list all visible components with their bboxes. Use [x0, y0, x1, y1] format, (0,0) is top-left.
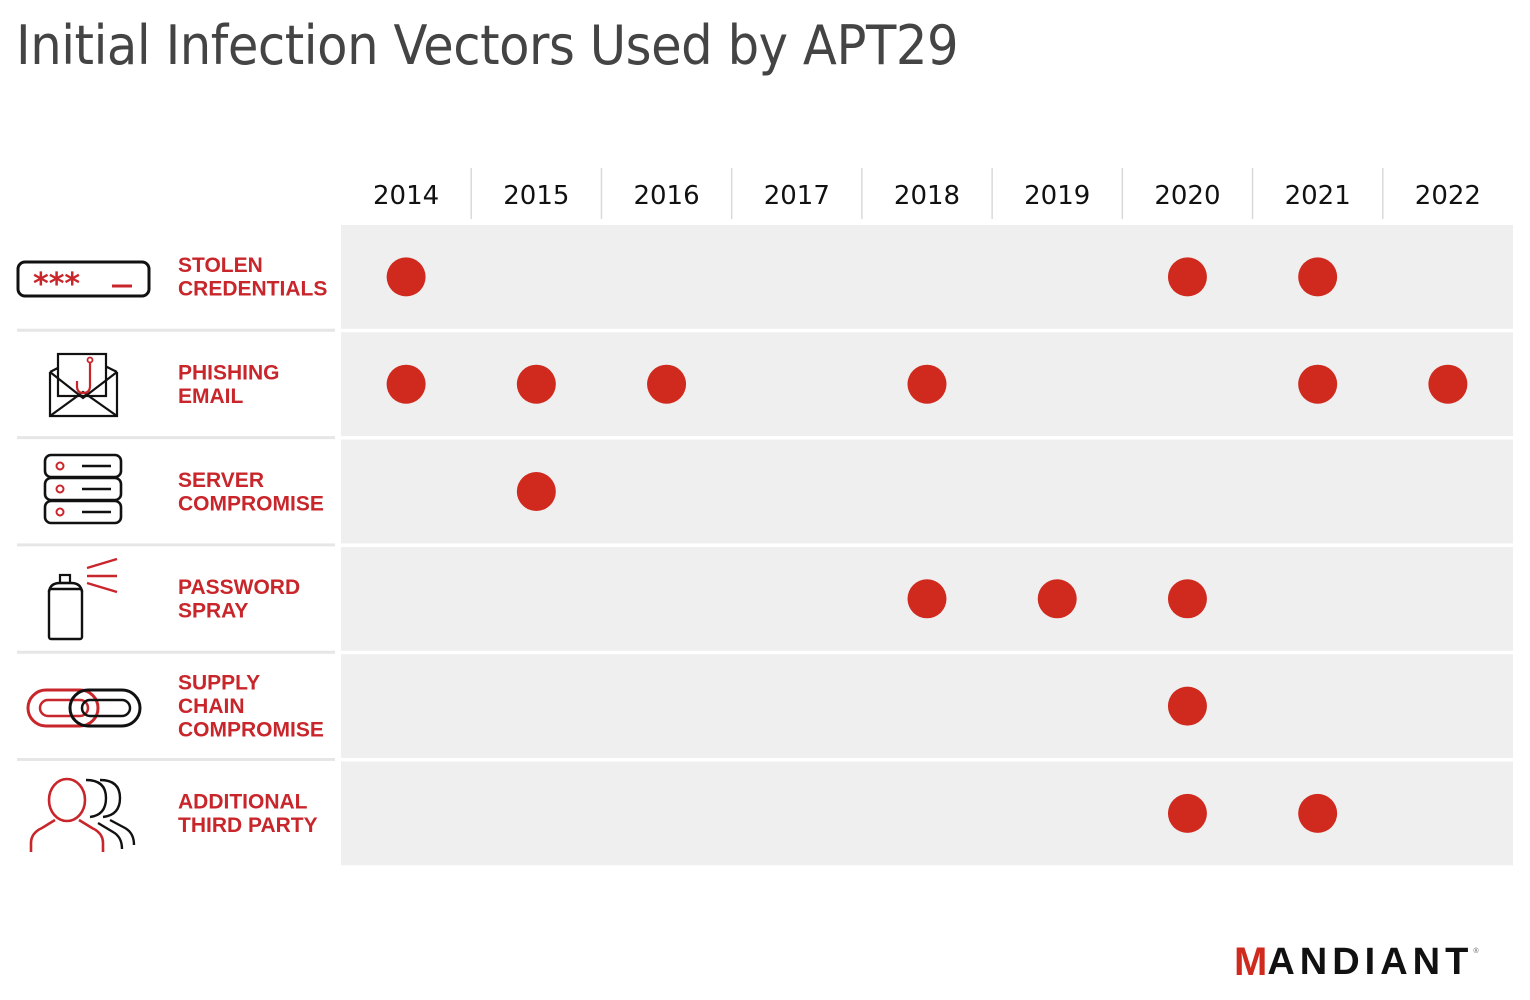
data-point-2019: [1037, 579, 1077, 619]
grid-row: [341, 225, 1513, 329]
vector-label: CHAIN: [178, 695, 245, 718]
data-point-2021: [1298, 257, 1338, 297]
password-field-icon: ***: [16, 260, 151, 302]
row-icons: ***: [16, 260, 151, 852]
data-point-2018: [907, 579, 947, 619]
trademark-symbol: ®: [1473, 948, 1479, 955]
year-label-2022: 2022: [1415, 181, 1481, 211]
vector-label: ADDITIONAL: [178, 791, 308, 814]
grid-row: [341, 761, 1513, 866]
vector-label: SUPPLY: [178, 672, 260, 695]
grid-row: [341, 439, 1513, 544]
year-label-2019: 2019: [1024, 181, 1090, 211]
year-label-2018: 2018: [894, 181, 960, 211]
data-point-2022: [1428, 364, 1468, 404]
data-point-2020: [1167, 579, 1207, 619]
year-label-2017: 2017: [764, 181, 830, 211]
vector-label: CREDENTIALS: [178, 278, 327, 301]
vector-label: THIRD PARTY: [178, 814, 318, 837]
data-point-2021: [1298, 364, 1338, 404]
vector-label: COMPROMISE: [178, 719, 324, 742]
data-point-2015: [516, 472, 556, 511]
phishing-envelope-icon: [48, 352, 119, 418]
vector-label: EMAIL: [178, 385, 244, 408]
data-point-2021: [1298, 793, 1338, 833]
people-group-icon: [29, 777, 136, 852]
vector-label: SPRAY: [178, 600, 248, 623]
vector-label: STOLEN: [178, 254, 263, 277]
chain-link-icon: [26, 688, 142, 728]
vector-label: PASSWORD: [178, 576, 300, 599]
grid-row: [341, 654, 1513, 758]
data-point-2020: [1167, 257, 1207, 297]
year-label-2016: 2016: [633, 181, 699, 211]
svg-text:***: ***: [33, 267, 80, 302]
year-label-2021: 2021: [1285, 181, 1351, 211]
data-point-2014: [386, 364, 426, 404]
year-label-2020: 2020: [1154, 181, 1220, 211]
vector-label: SERVER: [178, 469, 264, 492]
grid-background: [17, 225, 1513, 866]
year-label-2015: 2015: [503, 181, 569, 211]
data-point-2020: [1167, 686, 1207, 726]
logo-text: ANDIANT: [1267, 940, 1474, 983]
data-point-2020: [1167, 793, 1207, 833]
data-point-2014: [386, 257, 426, 297]
data-point-2016: [647, 364, 687, 404]
spray-can-icon: [47, 557, 118, 641]
year-axis: 2014 2015 2016 2017 2018 2019 2020 2021 2022: [373, 168, 1481, 219]
vector-timeline-chart: 2014 2015 2016 2017 2018 2019 2020 2021 2022 STO…: [16, 168, 1513, 866]
data-point-2018: [907, 364, 947, 404]
vector-label: PHISHING: [178, 361, 280, 384]
server-stack-icon: [43, 453, 123, 525]
data-point-2015: [516, 364, 556, 404]
mandiant-logo: M ANDIANT ®: [1234, 940, 1478, 984]
logo-m: M: [1234, 939, 1268, 984]
vector-label: COMPROMISE: [178, 492, 324, 515]
year-label-2014: 2014: [373, 181, 439, 211]
